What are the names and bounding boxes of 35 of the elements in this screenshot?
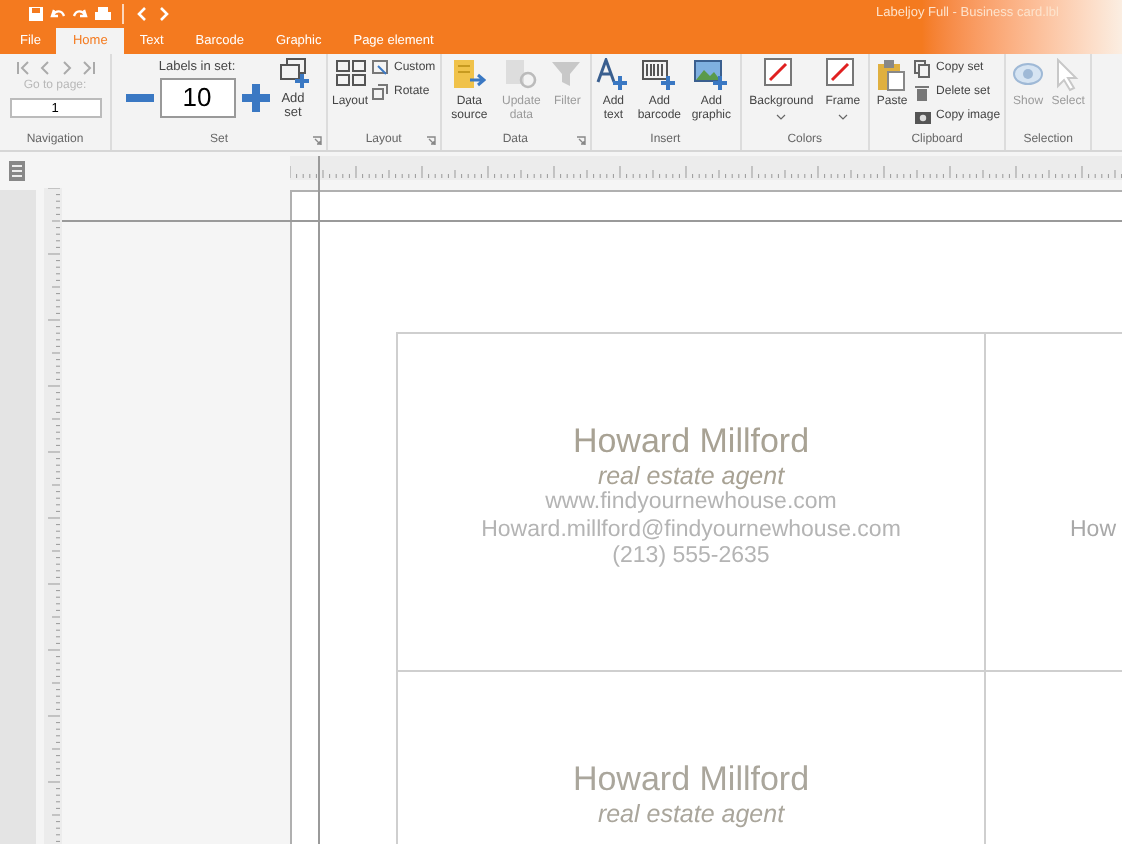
add-picture-icon: [694, 58, 729, 92]
ruler-toggle-icon[interactable]: [8, 160, 26, 182]
rotate-icon: [372, 84, 390, 102]
card-job-title-text: real estate agent: [597, 462, 785, 490]
card-contact-text: Howard.millford@findyournewhouse.com: [481, 517, 901, 544]
card-job-title-text: real estate agent: [597, 800, 785, 828]
copy-icon: [914, 60, 933, 78]
card-name-text: Howard Millford: [572, 422, 810, 462]
card-name-text: Howard Millford: [572, 760, 810, 800]
previous-page-icon[interactable]: [37, 60, 51, 76]
card-contact-text: www.findyournewhouse.com: [545, 490, 837, 517]
dialog-launcher-icon[interactable]: [425, 136, 436, 146]
last-page-icon[interactable]: [81, 60, 95, 76]
add-barcode-icon: [642, 58, 677, 92]
plus-icon[interactable]: [241, 83, 269, 112]
labels-count-field[interactable]: 10: [159, 77, 235, 118]
dialog-launcher-icon[interactable]: [575, 136, 586, 146]
next-page-icon[interactable]: [59, 60, 73, 76]
save-icon[interactable]: [28, 6, 44, 22]
funnel-icon: [550, 58, 585, 92]
camera-icon: [914, 108, 933, 126]
card-contact-text: (213) 555-2635: [612, 544, 770, 571]
card-contact-text: How: [1070, 518, 1117, 545]
undo-icon[interactable]: [50, 6, 66, 22]
first-page-icon[interactable]: [15, 60, 29, 76]
dropdown-caret-icon: [837, 114, 848, 120]
dialog-launcher-icon[interactable]: [312, 136, 322, 146]
add-text-icon: [596, 58, 631, 92]
dropdown-caret-icon: [776, 114, 787, 120]
grid-icon: [333, 58, 367, 92]
print-icon[interactable]: [94, 6, 112, 22]
trash-icon: [914, 84, 933, 102]
database-icon: [452, 58, 487, 92]
custom-layout-icon: [372, 60, 390, 78]
redo-icon[interactable]: [72, 6, 88, 22]
